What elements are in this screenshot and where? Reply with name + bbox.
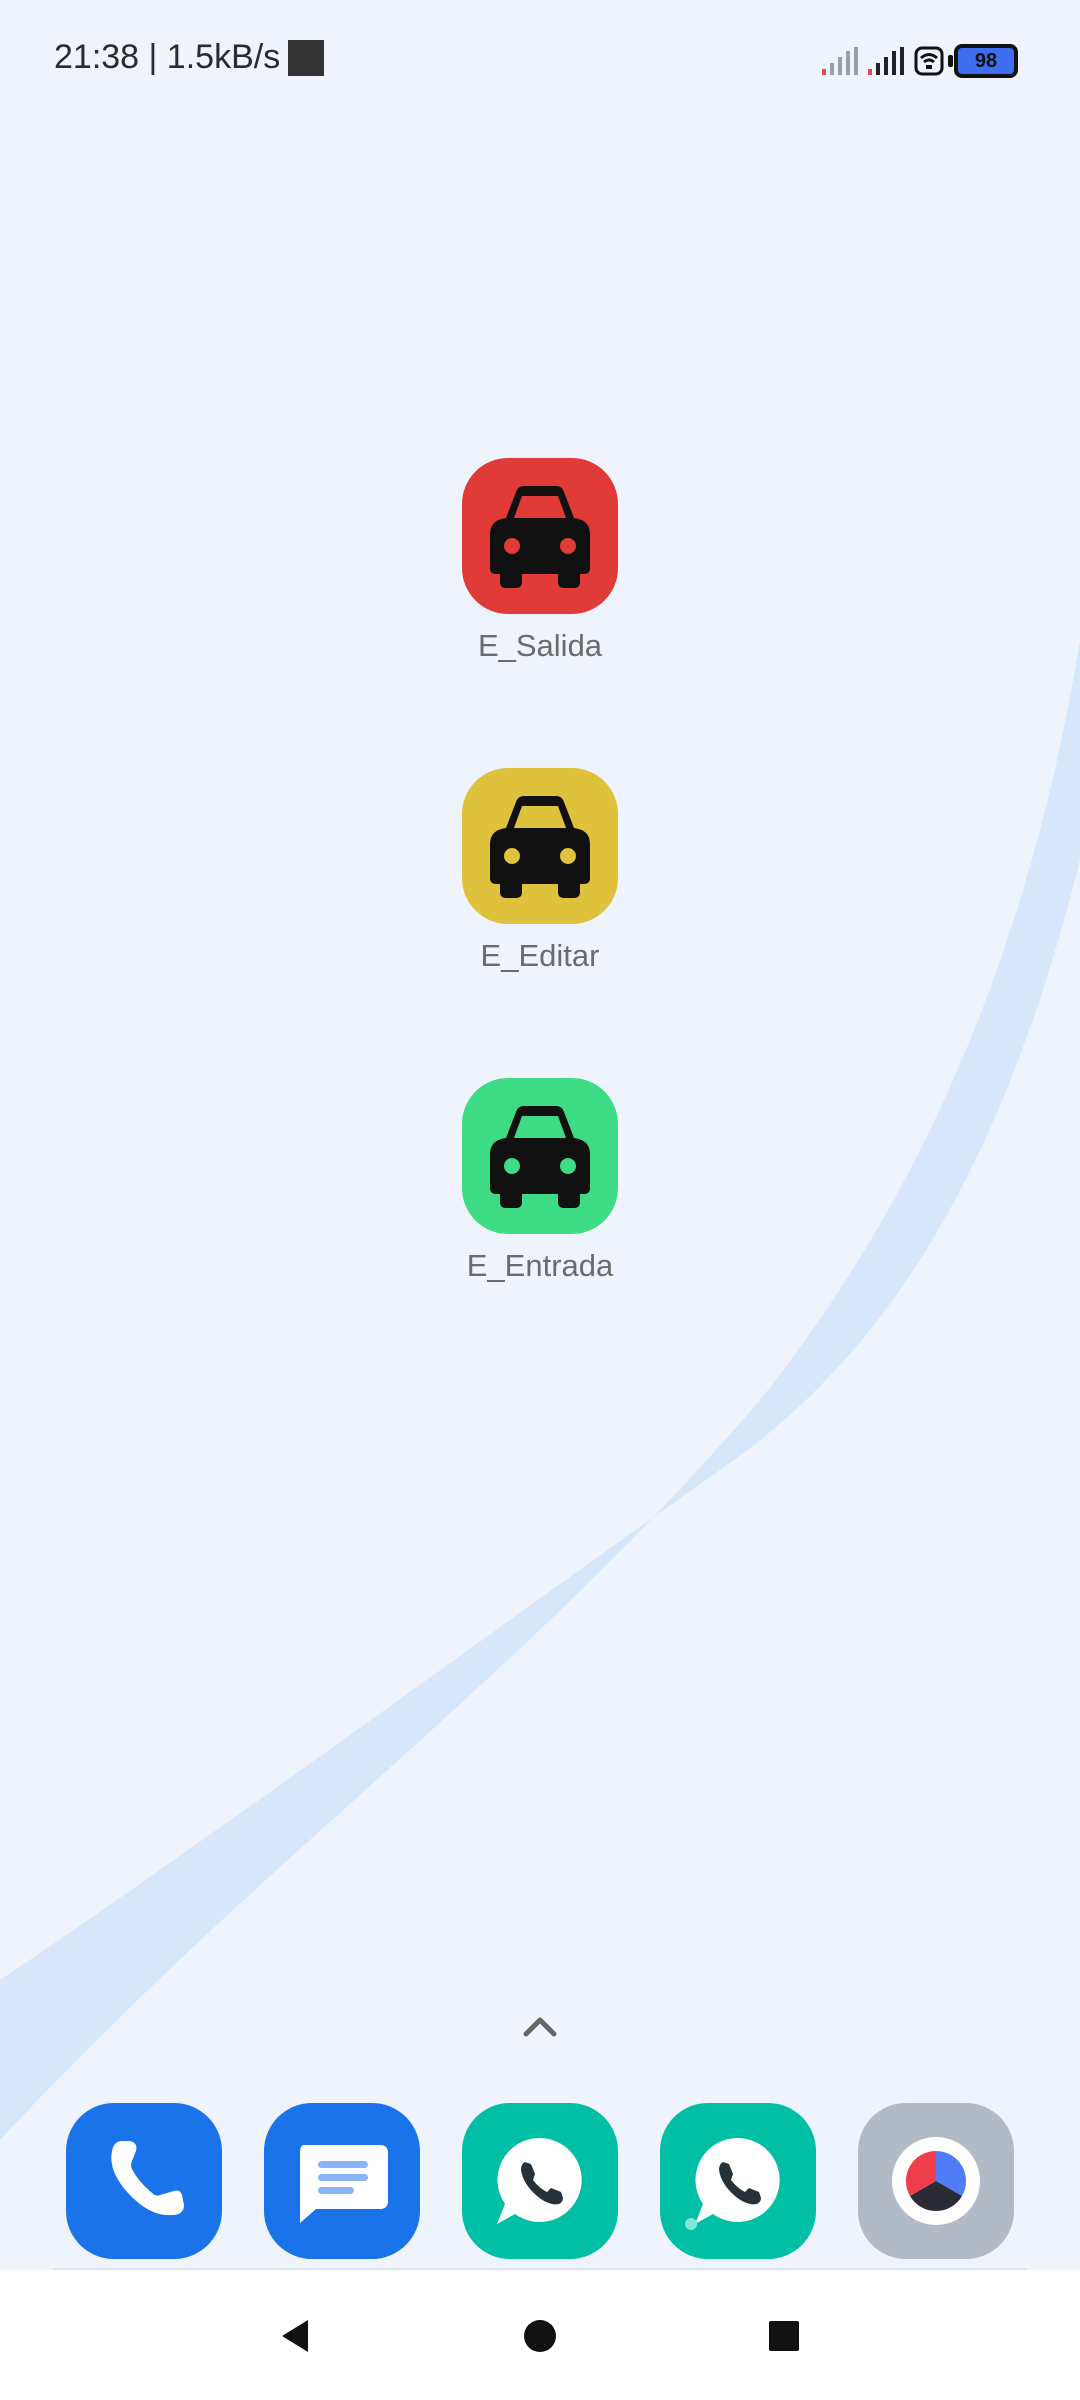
app-e-entrada[interactable]: E_Entrada <box>440 1078 640 1284</box>
status-left: 21:38 | 1.5kB/s <box>54 38 325 77</box>
browser-icon <box>892 2137 980 2225</box>
status-time: 21:38 | 1.5kB/s <box>54 38 281 76</box>
battery-level: 98 <box>974 49 998 72</box>
dock-whatsapp-dual[interactable] <box>660 2103 816 2259</box>
wifi-icon <box>914 46 944 76</box>
notification-icon <box>288 39 325 76</box>
phone-icon <box>111 2141 184 2216</box>
dock-messages[interactable] <box>264 2103 420 2259</box>
car-icon[interactable] <box>462 458 618 614</box>
home-button[interactable] <box>510 2306 570 2366</box>
recents-button[interactable] <box>754 2306 814 2366</box>
whatsapp-icon <box>685 2137 780 2230</box>
app-label: E_Salida <box>477 628 603 663</box>
recents-square-icon <box>769 2321 799 2351</box>
back-button[interactable] <box>266 2306 326 2366</box>
whatsapp-icon <box>497 2137 582 2224</box>
signal-icon-sim1 <box>822 47 858 75</box>
app-e-salida[interactable]: E_Salida <box>440 458 640 664</box>
dock-phone[interactable] <box>66 2103 222 2259</box>
battery-icon: 98 <box>948 44 1018 78</box>
home-circle-icon <box>524 2320 556 2352</box>
messages-icon <box>300 2145 388 2223</box>
app-label: E_Editar <box>480 938 600 973</box>
dock-whatsapp[interactable] <box>462 2103 618 2259</box>
app-e-editar[interactable]: E_Editar <box>440 768 640 974</box>
status-right: 98 <box>822 44 1018 78</box>
car-icon[interactable] <box>462 1078 618 1234</box>
app-label: E_Entrada <box>466 1248 614 1283</box>
dock-browser[interactable] <box>858 2103 1014 2259</box>
back-triangle-icon <box>282 2320 308 2352</box>
status-bar: 21:38 | 1.5kB/s 98 <box>0 0 1080 120</box>
navigation-bar <box>0 2270 1080 2400</box>
chevron-up-icon[interactable] <box>518 2004 562 2048</box>
signal-icon-sim2 <box>868 47 904 75</box>
car-icon[interactable] <box>462 768 618 924</box>
